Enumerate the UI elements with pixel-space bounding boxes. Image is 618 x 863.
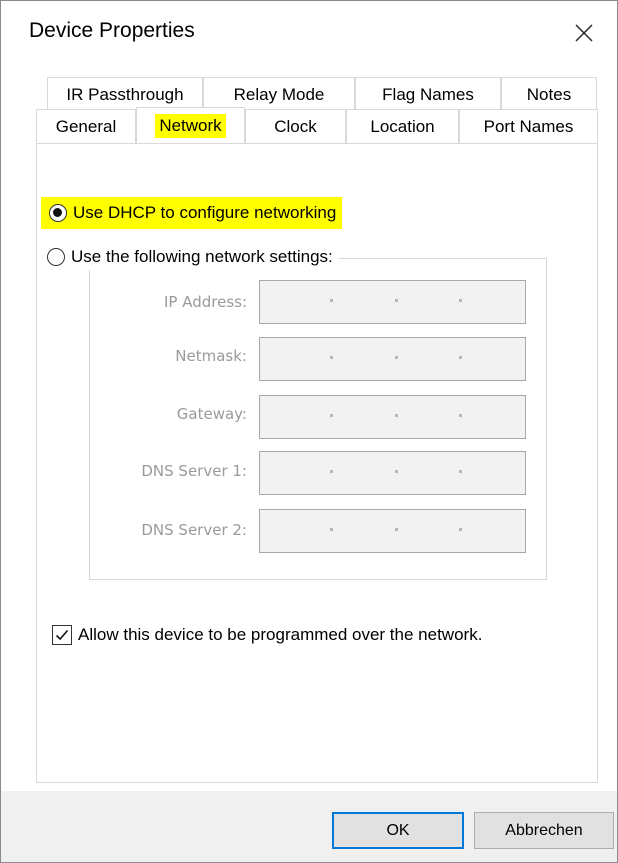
manual-radio-option[interactable]: Use the following network settings: [47,244,339,270]
dns-server-2-field[interactable] [259,509,526,553]
gateway-label: Gateway: [176,405,247,423]
cancel-button[interactable]: Abbrechen [474,812,614,849]
tab-port-names[interactable]: Port Names [459,109,598,143]
dialog-title: Device Properties [29,19,195,42]
checkmark-icon [55,629,69,641]
dhcp-radio-button[interactable] [49,204,67,222]
tab-flag-names[interactable]: Flag Names [355,77,501,111]
ip-address-label: IP Address: [163,293,247,311]
manual-label: Use the following network settings: [71,247,333,266]
tab-label: Clock [274,116,317,136]
tab-location[interactable]: Location [346,109,459,143]
dhcp-radio-option[interactable]: Use DHCP to configure networking [41,197,343,229]
tab-notes[interactable]: Notes [501,77,597,111]
netmask-field[interactable] [259,337,526,381]
tab-ir-passthrough[interactable]: IR Passthrough [47,77,203,111]
dns-server-1-label: DNS Server 1: [141,462,247,480]
tab-label: IR Passthrough [66,84,184,104]
tab-label: Flag Names [382,84,474,104]
ip-address-field[interactable] [259,280,526,324]
title-bar: Device Properties [1,1,617,65]
allow-network-programming-option[interactable]: Allow this device to be programmed over … [52,625,482,645]
manual-radio-button[interactable] [47,248,65,266]
tab-label: Relay Mode [233,84,325,104]
tab-network[interactable]: Network [136,107,245,143]
gateway-field[interactable] [259,395,526,439]
tab-clock[interactable]: Clock [245,109,346,143]
netmask-label: Netmask: [175,347,247,365]
tab-label: Location [370,116,435,136]
tab-relay-mode[interactable]: Relay Mode [203,77,355,111]
allow-network-programming-checkbox[interactable] [52,625,72,645]
allow-network-programming-label: Allow this device to be programmed over … [78,625,483,644]
close-icon [575,24,593,42]
dns-server-1-field[interactable] [259,451,526,495]
tab-general[interactable]: General [36,109,136,143]
close-button[interactable] [566,17,602,49]
dhcp-label: Use DHCP to configure networking [73,203,337,222]
tab-label: General [55,116,117,136]
ok-button[interactable]: OK [332,812,464,849]
device-properties-dialog: Device Properties IR Passthrough Relay M… [0,0,618,863]
tab-label: Network [155,113,226,138]
dns-server-2-label: DNS Server 2: [141,521,247,539]
tab-label: Port Names [483,116,574,136]
tab-label: Notes [526,84,572,104]
